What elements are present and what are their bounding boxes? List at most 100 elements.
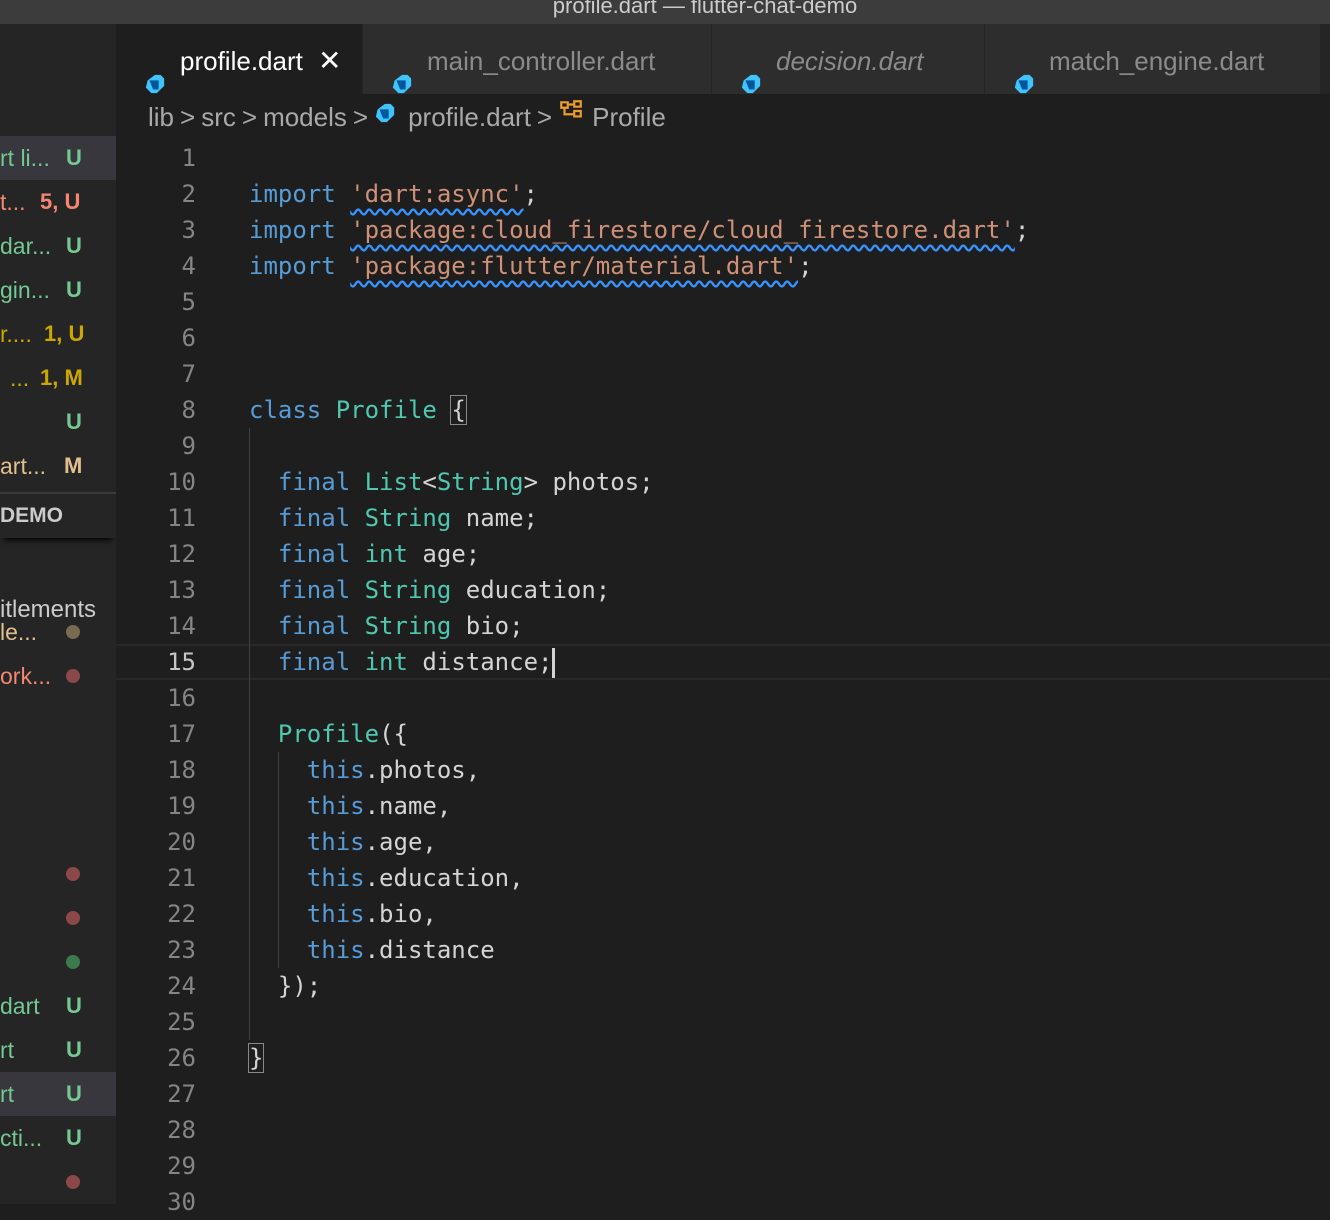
line-number: 24	[167, 972, 196, 1000]
code-line[interactable]: 6	[116, 320, 1330, 356]
code-line[interactable]: 16	[116, 680, 1330, 716]
code-line[interactable]: 13 final String education;	[116, 572, 1330, 608]
code-string: 'package:flutter/material.dart'	[350, 252, 799, 280]
code-text: distance;	[407, 648, 553, 676]
code-line[interactable]: 29	[116, 1148, 1330, 1184]
breadcrumb-item[interactable]: lib	[148, 94, 174, 140]
status-dot-icon	[66, 911, 80, 925]
code-line[interactable]: 18 this.photos,	[116, 752, 1330, 788]
code-line[interactable]: 12 final int age;	[116, 536, 1330, 572]
code-keyword: import	[249, 180, 336, 208]
sidebar-file-item[interactable]: art... M	[0, 444, 116, 488]
sidebar-file-name: ...	[10, 365, 30, 391]
sidebar-file-name: rt li...	[0, 145, 50, 171]
code-line[interactable]: 14 final String bio;	[116, 608, 1330, 644]
code-editor[interactable]: 1 2 import 'dart:async'; 3 import 'package:c…	[116, 140, 1330, 1216]
code-line[interactable]: 28	[116, 1112, 1330, 1148]
breadcrumb-item[interactable]: Profile	[558, 94, 666, 140]
line-number: 26	[167, 1044, 196, 1072]
sidebar-file-item[interactable]: le...	[0, 610, 116, 654]
code-line[interactable]: 10 final List<String> photos;	[116, 464, 1330, 500]
code-line[interactable]: 5	[116, 284, 1330, 320]
code-line[interactable]: 11 final String name;	[116, 500, 1330, 536]
code-line[interactable]: 17 Profile({	[116, 716, 1330, 752]
code-line[interactable]: 15 final int distance;	[116, 644, 1330, 680]
sidebar-file-item[interactable]: gin... U	[0, 268, 116, 312]
breadcrumb: lib > src > models > profile.dart > Profile	[148, 94, 666, 140]
sidebar-file-item[interactable]: r.... 1, U	[0, 312, 116, 356]
code-keyword: import	[249, 216, 336, 244]
code-line[interactable]: 7	[116, 356, 1330, 392]
tab-profile-dart[interactable]: profile.dart ✕	[116, 24, 363, 94]
dart-file-icon	[740, 49, 762, 94]
text-cursor	[552, 648, 556, 678]
breadcrumb-item[interactable]: profile.dart	[374, 94, 531, 140]
sidebar-file-item[interactable]: dart U	[0, 984, 116, 1028]
code-line[interactable]: 26}	[116, 1040, 1330, 1076]
code-line[interactable]: 23 this.distance	[116, 932, 1330, 968]
explorer-sidebar: rt li... Ut... 5, U dar... Ugin... Ur.... 1, U…	[0, 24, 116, 1204]
tab-label: decision.dart	[776, 46, 924, 76]
code-line[interactable]: 24 });	[116, 968, 1330, 1004]
line-number: 1	[181, 144, 196, 172]
code-type: Profile	[335, 396, 437, 424]
tab-main-controller-dart[interactable]: main_controller.dart	[363, 24, 712, 94]
code-line[interactable]: 8 class Profile {	[116, 392, 1330, 428]
code-line[interactable]: 3 import 'package:cloud_firestore/cloud_f…	[116, 212, 1330, 248]
code-keyword: final	[277, 648, 351, 676]
tab-match-engine-dart[interactable]: match_engine.dart	[985, 24, 1321, 94]
git-status-badge: 5, U	[40, 189, 81, 214]
breadcrumb-item[interactable]: models	[263, 94, 347, 140]
code-line[interactable]: 2 import 'dart:async';	[116, 176, 1330, 212]
code-line[interactable]: 30	[116, 1184, 1330, 1220]
sidebar-file-item[interactable]: dar... U	[0, 224, 116, 268]
code-text: > photos;	[523, 468, 654, 496]
sidebar-file-item[interactable]: ork...	[0, 654, 116, 698]
code-content: Profile({	[249, 716, 408, 752]
code-line[interactable]: 20 this.age,	[116, 824, 1330, 860]
code-keyword: this	[306, 828, 365, 856]
sidebar-file-item[interactable]: rt U	[0, 1028, 116, 1072]
line-number: 7	[181, 360, 196, 388]
code-keyword: this	[306, 864, 365, 892]
sidebar-file-item[interactable]: cti... U	[0, 1116, 116, 1160]
code-line[interactable]: 22 this.bio,	[116, 896, 1330, 932]
code-line[interactable]: 4 import 'package:flutter/material.dart';	[116, 248, 1330, 284]
sidebar-section-header[interactable]: DEMO	[0, 492, 116, 538]
code-line[interactable]: 25	[116, 1004, 1330, 1040]
code-text: education;	[451, 576, 611, 604]
code-line[interactable]: 21 this.education,	[116, 860, 1330, 896]
sidebar-file-item[interactable]: rt U	[0, 1072, 116, 1116]
sidebar-file-item[interactable]: rt li... U	[0, 136, 116, 180]
sidebar-file-item[interactable]: ... 1, M	[0, 356, 116, 400]
tab-decision-dart[interactable]: decision.dart	[712, 24, 985, 94]
breadcrumb-item[interactable]: src	[201, 94, 236, 140]
sidebar-file-item[interactable]: t... 5, U	[0, 180, 116, 224]
code-content: final String education;	[249, 572, 610, 608]
code-line[interactable]: 1	[116, 140, 1330, 176]
code-bracket: {	[450, 395, 467, 425]
chevron-right-icon: >	[180, 102, 196, 132]
sidebar-file-item[interactable]: U	[0, 400, 116, 444]
line-number: 19	[167, 792, 196, 820]
git-status-badge: U	[66, 233, 82, 258]
breadcrumb-label: Profile	[592, 102, 666, 132]
code-content: }	[247, 1040, 265, 1076]
code-text: .name,	[364, 792, 452, 820]
code-line[interactable]: 9	[116, 428, 1330, 464]
close-icon[interactable]: ✕	[318, 24, 341, 94]
code-text: ;	[798, 252, 813, 280]
code-line[interactable]: 27	[116, 1076, 1330, 1112]
code-text: .distance	[364, 936, 495, 964]
sidebar-file-name: rt	[0, 1081, 15, 1107]
code-line[interactable]: 19 this.name,	[116, 788, 1330, 824]
line-number: 18	[167, 756, 196, 784]
code-type: String	[436, 468, 524, 496]
